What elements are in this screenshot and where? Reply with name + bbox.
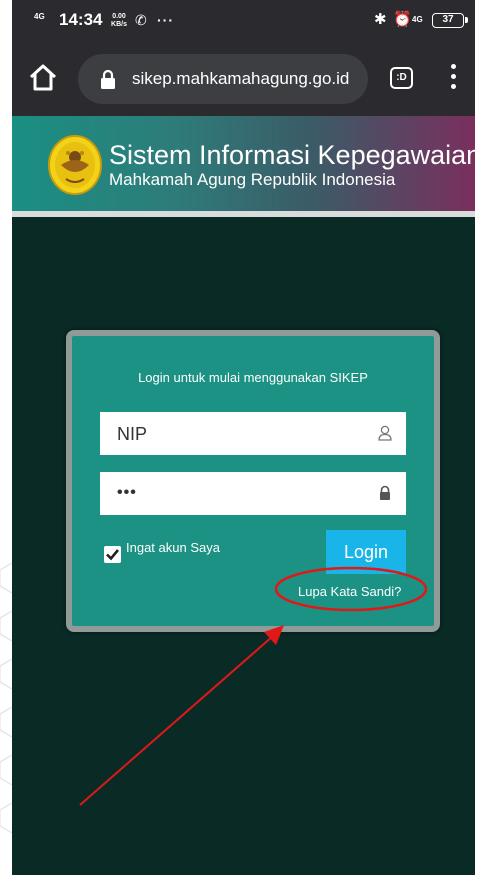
browser-toolbar: sikep.mahkamahagung.go.id :D [12,40,475,116]
password-input[interactable]: ••• [100,472,406,515]
more-vert-icon[interactable] [448,64,458,94]
login-card: Login untuk mulai menggunakan SIKEP NIP … [66,330,440,632]
phone-screen: 4G 14:34 0.00 KB/s ✆ ··· ✱ ⏰ 4G 37 sikep.… [12,0,475,875]
url-text[interactable]: sikep.mahkamahagung.go.id [132,69,368,89]
screen: 4G 14:34 0.00 KB/s ✆ ··· ✱ ⏰ 4G 37 sikep.… [0,0,486,875]
alarm-icon: ⏰ [393,11,412,28]
whatsapp-icon: ✆ [135,12,147,28]
lock-icon [101,69,115,89]
login-button[interactable]: Login [326,530,406,574]
site-header: Sistem Informasi Kepegawaian Mahkamah Ag… [12,116,475,211]
nip-input[interactable]: NIP [100,412,406,455]
tab-switcher-icon[interactable]: :D [390,67,413,89]
nip-input-value: NIP [117,424,148,444]
battery-indicator: 37 [432,13,468,28]
network-speed-unit: KB/s [111,21,127,28]
remember-label[interactable]: Ingat akun Saya [126,540,220,555]
address-bar[interactable]: sikep.mahkamahagung.go.id [78,54,368,104]
header-divider [12,211,475,217]
clock: 14:34 [59,10,103,29]
site-title: Sistem Informasi Kepegawaian [109,140,475,170]
login-heading: Login untuk mulai menggunakan SIKEP [138,370,368,385]
status-bar: 4G 14:34 0.00 KB/s ✆ ··· ✱ ⏰ 4G 37 [12,0,475,40]
mahkamah-agung-logo [48,135,102,195]
user-icon [378,425,392,441]
network-indicator-right: 4G [412,15,423,24]
bluetooth-icon: ✱ [374,11,387,28]
forgot-password-link[interactable]: Lupa Kata Sandi? [298,584,401,599]
network-speed-value: 0.00 [112,13,126,20]
lock-icon [380,485,390,500]
remember-checkbox[interactable] [104,546,121,563]
home-icon[interactable] [28,63,58,93]
password-input-value: ••• [117,484,137,501]
site-subtitle: Mahkamah Agung Republik Indonesia [109,170,396,189]
more-notifications: ··· [157,12,174,28]
